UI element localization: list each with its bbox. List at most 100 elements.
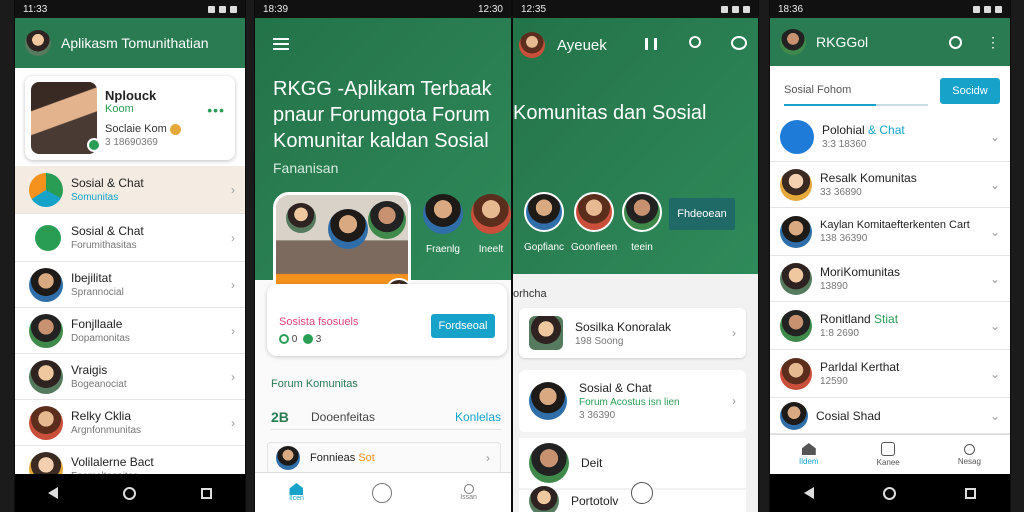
search-button[interactable]: Socidw [940, 78, 1000, 104]
list-item[interactable]: Sosilka Konoralak 198 Soong › [519, 308, 746, 358]
card-stats: 0 3 [279, 334, 321, 345]
app-title: Ayeuek [557, 37, 607, 54]
profile-photo [31, 82, 101, 154]
status-bar: 11:33 [15, 0, 245, 18]
list-item[interactable]: Sosial & Chat Forumithasitas › [15, 214, 245, 262]
list-item[interactable]: Cosial Shad ⌄ [770, 398, 1010, 434]
list-item[interactable]: Parldal Kerthat 12590 ⌄ [770, 350, 1010, 398]
list-item[interactable]: Sosial & Chat Forum Acostus isn lien 3 363… [519, 370, 746, 432]
home-icon[interactable] [122, 486, 136, 500]
profile-count: 3 18690369 [105, 137, 158, 148]
verified-icon [87, 138, 101, 152]
profile-card[interactable]: Nplouck Koom Soclaie Kom 3 18690369 ••• [25, 76, 235, 160]
list-item[interactable]: Polohial & Chat 3:3 18360 ⌄ [770, 112, 1010, 162]
hero-tagline: Fananisan [273, 160, 339, 176]
status-icons [208, 5, 237, 13]
search-icon[interactable] [949, 35, 962, 49]
more-vert-icon[interactable]: ⋮ [986, 35, 1000, 49]
list-item[interactable]: MoriKomunitas 13890 ⌄ [770, 256, 1010, 302]
status-time: 18:36 [778, 3, 804, 15]
person-2[interactable]: Goonfieen [571, 192, 617, 253]
chat-square-icon [881, 442, 896, 456]
home-icon [801, 443, 816, 455]
search-icon[interactable] [689, 36, 701, 48]
phone-landing: 18:39 12:30 RKGG -Aplikam Terbaak pnaur … [254, 0, 512, 512]
status-time-right: 12:30 [477, 3, 503, 15]
count-link[interactable]: Konlelas [455, 410, 501, 424]
person-icon [463, 484, 474, 494]
status-time: 18:39 [263, 3, 289, 15]
hero-headline: Komunitas dan Sosial [513, 102, 707, 124]
system-nav-bar [15, 474, 245, 512]
person-2[interactable]: Ineelt [471, 194, 511, 255]
status-time: 11:33 [23, 3, 48, 15]
compass-icon[interactable] [372, 482, 393, 503]
tab-chat[interactable]: Kanee [877, 442, 900, 467]
list-item[interactable]: Deit [519, 438, 746, 488]
back-icon[interactable] [47, 487, 58, 499]
bottom-tabs: Ilcen Issan [255, 472, 511, 512]
user-avatar[interactable] [519, 32, 545, 58]
section-title: orhcha [513, 288, 547, 300]
search-input[interactable]: Sosial Fohom [784, 76, 928, 106]
section-title: Forum Komunitas [271, 378, 358, 390]
recents-icon[interactable] [201, 487, 213, 499]
screenshot-collage: 11:33 Aplikasm Tomunithatian Nplouck Koo… [0, 0, 1024, 512]
list-item[interactable]: Ibejilitat Sprannocial › [15, 262, 245, 308]
list-item[interactable]: Vraigis Bogeanociat › [15, 354, 245, 400]
tab-home[interactable]: Ildem [799, 443, 819, 466]
profile-name: Nplouck [105, 88, 157, 103]
person-3[interactable]: teein [619, 192, 665, 253]
app-title: Aplikasm Tomunithatian [61, 35, 209, 51]
user-avatar[interactable] [25, 30, 51, 56]
system-nav-bar [770, 474, 1010, 512]
chat-app-icon [29, 172, 63, 207]
person-icon [963, 443, 975, 455]
recents-icon[interactable] [964, 487, 976, 499]
result-list: Polohial & Chat 3:3 18360 ⌄ Resalk Komunit… [770, 112, 1010, 434]
back-icon[interactable] [804, 487, 815, 499]
status-bar: 18:39 12:30 [255, 0, 511, 18]
chat-icon[interactable] [731, 36, 747, 50]
more-icon[interactable]: ••• [207, 102, 225, 118]
hero-headline: RKGG -Aplikam Terbaak pnaur Forumgota Fo… [273, 78, 492, 152]
user-avatar[interactable] [780, 29, 806, 55]
chat-bubble-icon [35, 224, 61, 251]
tab-home[interactable]: Ilcen [289, 483, 304, 502]
person-1[interactable]: Gopfianc [521, 192, 567, 253]
list-item[interactable]: Relky Cklia Argnfonmunitas › [15, 400, 245, 446]
header-button[interactable]: Fhdeoean [669, 198, 735, 230]
phone-community-list: 11:33 Aplikasm Tomunithatian Nplouck Koo… [14, 0, 246, 512]
phone-community-feed: 12:35 Ayeuek Komunitas dan Sosial Gopfia… [512, 0, 759, 512]
search-underline-accent [784, 104, 876, 106]
app-logo-icon [780, 119, 814, 154]
tab-profile[interactable]: Issan [460, 484, 477, 501]
home-icon [289, 483, 304, 495]
bars-icon[interactable] [645, 38, 657, 50]
app-bar: RKGGol ⋮ [770, 18, 1010, 66]
list-item[interactable]: Fonjllaale Dopamonitas › [15, 308, 245, 354]
list-item[interactable]: Sosial & Chat Somunitas › [15, 166, 245, 214]
feature-card[interactable]: Sosista fsosuels 0 3 Fordseoal [267, 284, 507, 356]
app-bar: Aplikasm Tomunithatian [15, 18, 245, 68]
card-label: Sosista fsosuels [279, 316, 359, 328]
list-item[interactable]: Ronitland Stiat 1:8 2690 ⌄ [770, 302, 1010, 350]
list-item[interactable]: Kaylan Komitaefterkenten Cart 138 36390 ⌄ [770, 208, 1010, 256]
list-item[interactable]: Resalk Komunitas 33 36890 ⌄ [770, 162, 1010, 208]
status-bar: 18:36 [770, 0, 1010, 18]
count-row: 2B Dooenfeitas Konlelas [271, 404, 501, 430]
bottom-tabs: Ildem Kanee Nesag [770, 434, 1010, 474]
person-1[interactable]: Fraenlg [423, 194, 463, 255]
home-button-icon[interactable] [882, 486, 896, 500]
card-button[interactable]: Fordseoal [431, 314, 495, 338]
menu-icon[interactable] [273, 38, 289, 50]
tab-profile[interactable]: Nesag [958, 443, 981, 466]
profile-line: Soclaie Kom [105, 123, 229, 135]
phone-search-list: 18:36 RKGGol ⋮ Sosial Fohom Socidw Poloh… [769, 0, 1011, 512]
clock-icon[interactable] [631, 482, 653, 504]
status-bar: 12:35 [513, 0, 758, 18]
status-time: 12:35 [521, 3, 547, 15]
community-list: Sosial & Chat Somunitas › Sosial & Chat Fo… [15, 166, 245, 492]
app-title: RKGGol [816, 34, 869, 50]
list-item[interactable]: Fonnieas Sot › [267, 442, 501, 474]
